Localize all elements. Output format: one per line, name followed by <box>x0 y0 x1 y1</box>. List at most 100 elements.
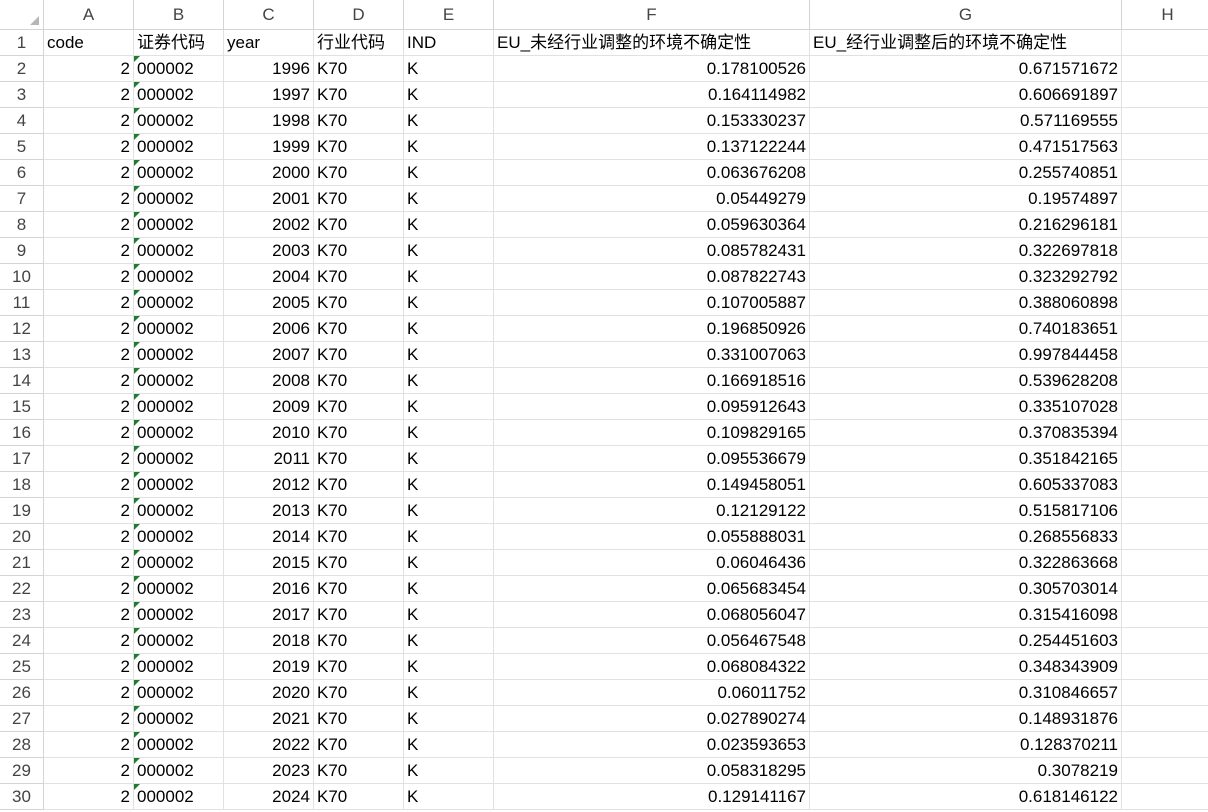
table-cell-e[interactable]: K <box>404 550 494 576</box>
row-header[interactable]: 15 <box>0 394 44 420</box>
table-cell-a[interactable]: 2 <box>44 290 134 316</box>
table-cell-c[interactable]: 2004 <box>224 264 314 290</box>
table-cell-g[interactable]: 0.268556833 <box>810 524 1122 550</box>
table-cell-d[interactable]: K70 <box>314 498 404 524</box>
table-cell-g[interactable]: 0.388060898 <box>810 290 1122 316</box>
table-cell-g[interactable]: 0.351842165 <box>810 446 1122 472</box>
table-cell-f[interactable]: 0.06011752 <box>494 680 810 706</box>
header-cell-d[interactable]: 行业代码 <box>314 30 404 56</box>
table-cell-h[interactable] <box>1122 420 1208 446</box>
table-cell-a[interactable]: 2 <box>44 472 134 498</box>
table-cell-e[interactable]: K <box>404 394 494 420</box>
table-cell-d[interactable]: K70 <box>314 290 404 316</box>
table-cell-d[interactable]: K70 <box>314 628 404 654</box>
row-header[interactable]: 19 <box>0 498 44 524</box>
table-cell-e[interactable]: K <box>404 706 494 732</box>
table-cell-f[interactable]: 0.12129122 <box>494 498 810 524</box>
table-cell-a[interactable]: 2 <box>44 316 134 342</box>
table-cell-f[interactable]: 0.027890274 <box>494 706 810 732</box>
table-cell-h[interactable] <box>1122 342 1208 368</box>
table-cell-g[interactable]: 0.471517563 <box>810 134 1122 160</box>
row-header[interactable]: 24 <box>0 628 44 654</box>
table-cell-c[interactable]: 2008 <box>224 368 314 394</box>
table-cell-h[interactable] <box>1122 784 1208 810</box>
table-cell-h[interactable] <box>1122 602 1208 628</box>
table-cell-e[interactable]: K <box>404 758 494 784</box>
table-cell-e[interactable]: K <box>404 602 494 628</box>
table-cell-g[interactable]: 0.539628208 <box>810 368 1122 394</box>
table-cell-a[interactable]: 2 <box>44 342 134 368</box>
row-header[interactable]: 30 <box>0 784 44 810</box>
table-cell-h[interactable] <box>1122 472 1208 498</box>
column-header-e[interactable]: E <box>404 0 494 30</box>
table-cell-g[interactable]: 0.335107028 <box>810 394 1122 420</box>
header-cell-c[interactable]: year <box>224 30 314 56</box>
table-cell-c[interactable]: 1998 <box>224 108 314 134</box>
table-cell-c[interactable]: 2023 <box>224 758 314 784</box>
table-cell-e[interactable]: K <box>404 186 494 212</box>
table-cell-g[interactable]: 0.322863668 <box>810 550 1122 576</box>
table-cell-d[interactable]: K70 <box>314 602 404 628</box>
table-cell-h[interactable] <box>1122 628 1208 654</box>
row-header[interactable]: 25 <box>0 654 44 680</box>
row-header[interactable]: 11 <box>0 290 44 316</box>
table-cell-g[interactable]: 0.19574897 <box>810 186 1122 212</box>
table-cell-g[interactable]: 0.305703014 <box>810 576 1122 602</box>
header-cell-g[interactable]: EU_经行业调整后的环境不确定性 <box>810 30 1122 56</box>
table-cell-b[interactable]: 000002 <box>134 732 224 758</box>
table-cell-e[interactable]: K <box>404 784 494 810</box>
table-cell-e[interactable]: K <box>404 238 494 264</box>
table-cell-e[interactable]: K <box>404 342 494 368</box>
table-cell-f[interactable]: 0.129141167 <box>494 784 810 810</box>
row-header[interactable]: 18 <box>0 472 44 498</box>
table-cell-h[interactable] <box>1122 82 1208 108</box>
table-cell-f[interactable]: 0.085782431 <box>494 238 810 264</box>
table-cell-c[interactable]: 2013 <box>224 498 314 524</box>
table-cell-b[interactable]: 000002 <box>134 472 224 498</box>
column-header-c[interactable]: C <box>224 0 314 30</box>
table-cell-f[interactable]: 0.137122244 <box>494 134 810 160</box>
table-cell-b[interactable]: 000002 <box>134 82 224 108</box>
select-all-corner[interactable] <box>0 0 44 30</box>
table-cell-f[interactable]: 0.059630364 <box>494 212 810 238</box>
table-cell-d[interactable]: K70 <box>314 134 404 160</box>
table-cell-d[interactable]: K70 <box>314 420 404 446</box>
table-cell-d[interactable]: K70 <box>314 732 404 758</box>
table-cell-b[interactable]: 000002 <box>134 550 224 576</box>
table-cell-h[interactable] <box>1122 732 1208 758</box>
table-cell-h[interactable] <box>1122 524 1208 550</box>
column-header-f[interactable]: F <box>494 0 810 30</box>
table-cell-b[interactable]: 000002 <box>134 186 224 212</box>
table-cell-b[interactable]: 000002 <box>134 238 224 264</box>
table-cell-b[interactable]: 000002 <box>134 342 224 368</box>
table-cell-a[interactable]: 2 <box>44 108 134 134</box>
table-cell-d[interactable]: K70 <box>314 446 404 472</box>
table-cell-d[interactable]: K70 <box>314 56 404 82</box>
table-cell-f[interactable]: 0.087822743 <box>494 264 810 290</box>
table-cell-g[interactable]: 0.671571672 <box>810 56 1122 82</box>
table-cell-b[interactable]: 000002 <box>134 108 224 134</box>
table-cell-c[interactable]: 2017 <box>224 602 314 628</box>
table-cell-f[interactable]: 0.068056047 <box>494 602 810 628</box>
table-cell-f[interactable]: 0.065683454 <box>494 576 810 602</box>
table-cell-a[interactable]: 2 <box>44 758 134 784</box>
table-cell-f[interactable]: 0.095912643 <box>494 394 810 420</box>
table-cell-g[interactable]: 0.571169555 <box>810 108 1122 134</box>
table-cell-a[interactable]: 2 <box>44 420 134 446</box>
table-cell-b[interactable]: 000002 <box>134 680 224 706</box>
table-cell-h[interactable] <box>1122 550 1208 576</box>
table-cell-c[interactable]: 2009 <box>224 394 314 420</box>
row-header[interactable]: 12 <box>0 316 44 342</box>
table-cell-d[interactable]: K70 <box>314 576 404 602</box>
table-cell-e[interactable]: K <box>404 108 494 134</box>
table-cell-c[interactable]: 2006 <box>224 316 314 342</box>
table-cell-g[interactable]: 0.515817106 <box>810 498 1122 524</box>
table-cell-f[interactable]: 0.166918516 <box>494 368 810 394</box>
table-cell-c[interactable]: 2021 <box>224 706 314 732</box>
row-header[interactable]: 22 <box>0 576 44 602</box>
table-cell-c[interactable]: 2003 <box>224 238 314 264</box>
table-cell-c[interactable]: 2000 <box>224 160 314 186</box>
table-cell-g[interactable]: 0.255740851 <box>810 160 1122 186</box>
table-cell-a[interactable]: 2 <box>44 680 134 706</box>
table-cell-f[interactable]: 0.109829165 <box>494 420 810 446</box>
